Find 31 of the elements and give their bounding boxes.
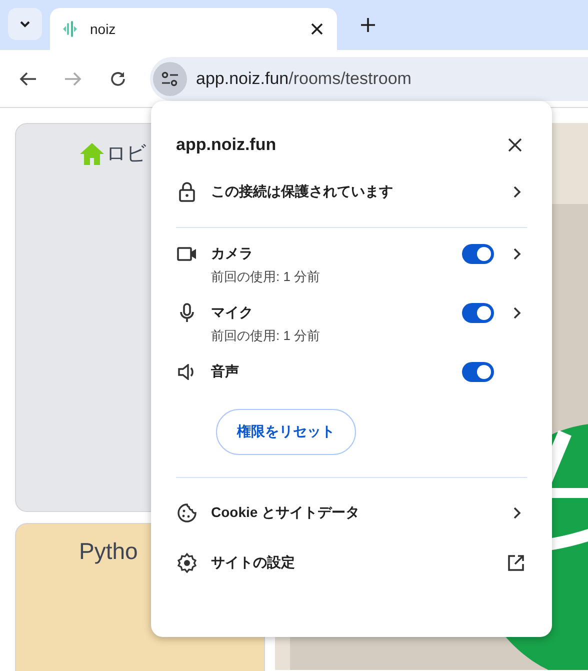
- back-arrow-icon[interactable]: [19, 70, 37, 86]
- close-icon[interactable]: [508, 138, 522, 152]
- url-text: app.noiz.fun/rooms/testroom: [196, 68, 412, 88]
- toggle-switch[interactable]: [462, 303, 494, 323]
- lock-icon: [176, 182, 198, 202]
- permission-name: カメラ: [211, 245, 254, 263]
- card-title: ロビ: [106, 142, 146, 167]
- card-title: Pytho: [79, 538, 138, 565]
- settings-icon: [176, 553, 198, 573]
- external-link-icon: [507, 554, 525, 572]
- home-icon: [79, 142, 105, 166]
- cookie-icon: [176, 503, 198, 523]
- browser-tab[interactable]: noiz: [50, 8, 337, 50]
- permission-name: 音声: [211, 363, 240, 381]
- tab-title: noiz: [90, 21, 117, 37]
- reload-icon[interactable]: [109, 70, 127, 88]
- sliders-icon: [161, 70, 179, 86]
- chevron-right-icon[interactable]: [513, 307, 521, 319]
- chevron-right-icon: [513, 186, 521, 198]
- chevron-right-icon[interactable]: [513, 248, 521, 260]
- close-icon[interactable]: [311, 23, 323, 35]
- chevron-right-icon: [513, 507, 521, 519]
- reset-permissions-button[interactable]: 権限をリセット: [216, 409, 356, 455]
- toggle-switch[interactable]: [462, 362, 494, 382]
- new-tab-icon[interactable]: [361, 18, 375, 32]
- site-info-button[interactable]: [153, 62, 187, 96]
- chevron-down-icon: [19, 20, 31, 28]
- video-camera-icon: [176, 246, 198, 262]
- address-bar[interactable]: app.noiz.fun/rooms/testroom: [150, 56, 588, 100]
- permission-name: マイク: [211, 304, 254, 322]
- toggle-switch[interactable]: [462, 244, 494, 264]
